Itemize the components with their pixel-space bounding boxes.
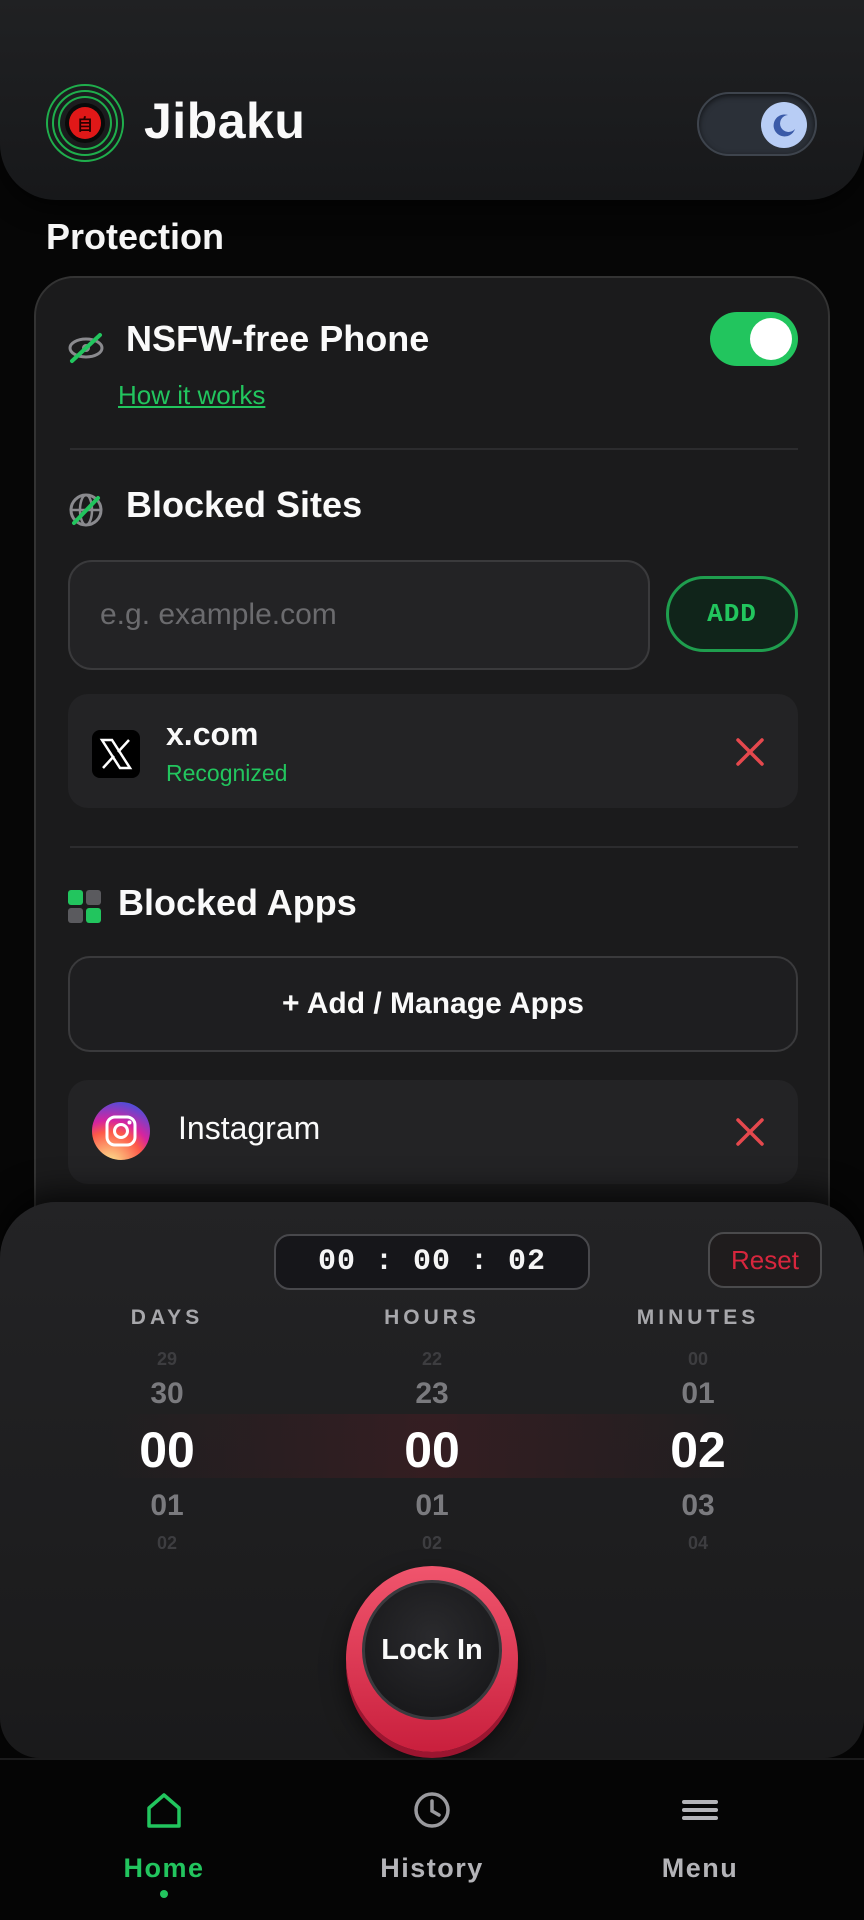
home-icon: [147, 1793, 181, 1828]
wheel-value: 01: [150, 1489, 184, 1522]
theme-toggle[interactable]: [697, 92, 817, 156]
moon-icon: [761, 102, 807, 148]
divider: [70, 846, 798, 848]
wheel-value: 02: [156, 1533, 178, 1553]
minutes-wheel[interactable]: 00 01 02 03 04: [598, 1348, 798, 1556]
divider: [70, 448, 798, 450]
manage-apps-button[interactable]: + Add / Manage Apps: [68, 956, 798, 1052]
nav-label-history: History: [380, 1853, 484, 1883]
app-name: Instagram: [178, 1110, 321, 1146]
hours-wheel[interactable]: 22 23 00 01 02: [332, 1348, 532, 1556]
eye-off-icon: [68, 333, 104, 363]
nav-label-home: Home: [123, 1853, 205, 1883]
logo-glyph: 自: [69, 107, 101, 139]
hours-label: HOURS: [384, 1306, 480, 1329]
wheel-value: 29: [156, 1349, 178, 1369]
lock-in-button[interactable]: Lock In: [346, 1566, 518, 1752]
app-header: 自 Jibaku: [0, 0, 864, 200]
app-logo: 自: [46, 84, 124, 162]
bottom-nav: Home History Menu: [0, 1758, 864, 1920]
blocked-app-item: Instagram: [68, 1080, 798, 1184]
add-site-button[interactable]: ADD: [666, 576, 798, 652]
site-name: x.com: [166, 716, 259, 752]
wheel-value: 01: [681, 1377, 715, 1410]
days-wheel[interactable]: 29 30 00 01 02: [67, 1348, 267, 1556]
blocked-apps-title: Blocked Apps: [118, 882, 357, 923]
wheel-selected-value: 00: [139, 1422, 195, 1478]
nav-item-home[interactable]: Home: [64, 1788, 264, 1884]
app-screen: 自 Jibaku Protection NSFW-free Phone How …: [0, 0, 864, 1920]
remove-app-icon[interactable]: [730, 1112, 770, 1152]
wheel-value: 00: [687, 1349, 709, 1369]
timer-display: 00 : 00 : 02: [274, 1234, 590, 1290]
nav-item-menu[interactable]: Menu: [600, 1788, 800, 1884]
wheel-selected-value: 02: [670, 1422, 726, 1478]
wheel-value: 02: [421, 1533, 443, 1553]
blocked-site-item: x.com Recognized: [68, 694, 798, 808]
menu-icon: [682, 1800, 718, 1820]
wheel-value: 30: [150, 1377, 184, 1410]
wheel-value: 22: [421, 1349, 443, 1369]
wheel-value: 01: [415, 1489, 449, 1522]
nav-label-menu: Menu: [661, 1853, 739, 1883]
site-input[interactable]: [68, 560, 650, 670]
wheel-value: 04: [687, 1533, 709, 1553]
site-status: Recognized: [166, 760, 288, 786]
wheel-value: 23: [415, 1377, 449, 1410]
lock-in-label: Lock In: [362, 1580, 502, 1720]
protection-card: NSFW-free Phone How it works Blocked Sit…: [34, 276, 830, 1276]
nsfw-toggle[interactable]: [710, 312, 798, 366]
section-title-protection: Protection: [46, 216, 225, 257]
days-label: DAYS: [130, 1306, 204, 1329]
remove-site-icon[interactable]: [730, 732, 770, 772]
x-logo-icon: [92, 730, 140, 778]
wheel-value: 03: [681, 1489, 715, 1522]
nsfw-title: NSFW-free Phone: [126, 318, 430, 359]
blocked-sites-title: Blocked Sites: [126, 484, 363, 525]
reset-button[interactable]: Reset: [708, 1232, 822, 1288]
app-title: Jibaku: [144, 93, 306, 149]
wheel-selected-value: 00: [404, 1422, 460, 1478]
instagram-logo-icon: [92, 1102, 150, 1160]
clock-icon: [414, 1792, 450, 1828]
globe-off-icon: [69, 493, 103, 527]
minutes-label: MINUTES: [636, 1306, 760, 1329]
apps-grid-icon: [68, 890, 102, 924]
active-indicator: [160, 1890, 168, 1898]
how-it-works-link[interactable]: How it works: [118, 380, 265, 411]
timer-sheet: 00 : 00 : 02 Reset DAYS HOURS MINUTES 29…: [0, 1202, 864, 1758]
nav-item-history[interactable]: History: [332, 1788, 532, 1884]
